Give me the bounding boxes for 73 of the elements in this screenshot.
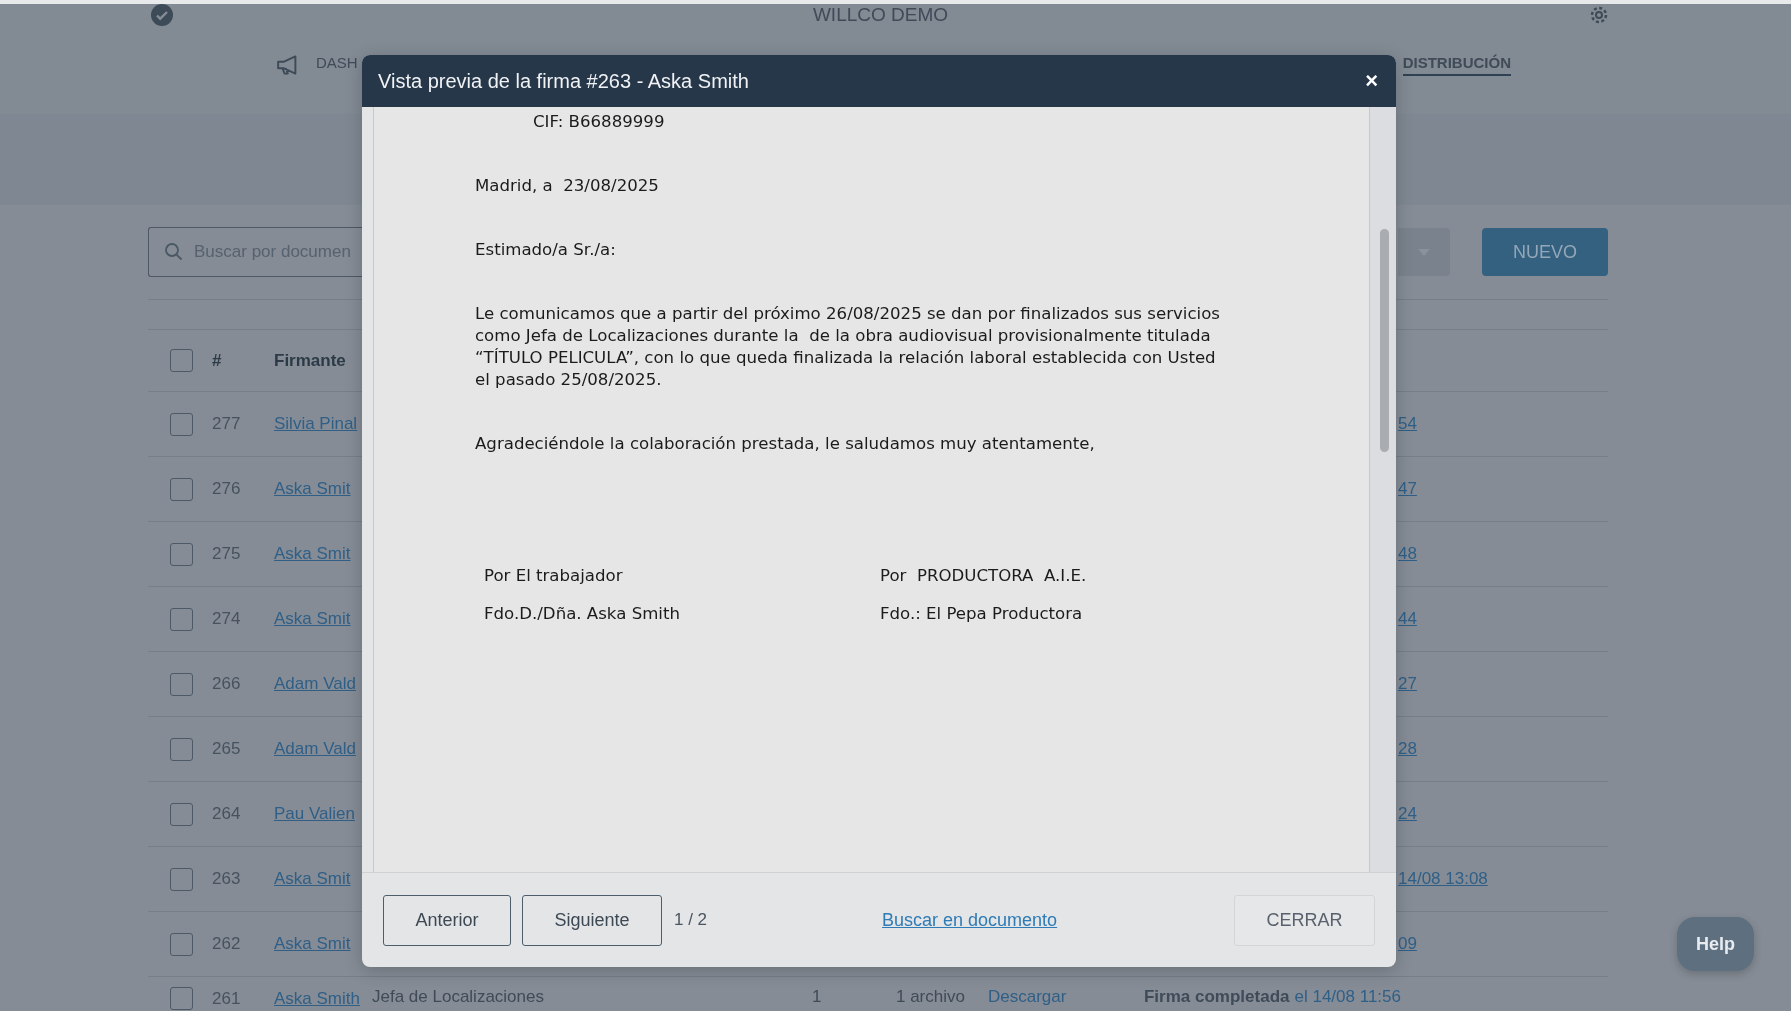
signer-link[interactable]: Adam Vald xyxy=(274,674,356,694)
table-cell-text: 1 archivo xyxy=(896,987,966,1007)
document-text: Madrid, a 23/08/2025 xyxy=(475,176,660,195)
date-link[interactable]: 48 xyxy=(1398,544,1417,563)
search-document-link[interactable]: Buscar en documento xyxy=(882,909,1058,931)
close-button[interactable]: CERRAR xyxy=(1234,894,1375,946)
signer-link[interactable]: Adam Vald xyxy=(274,739,356,759)
nav-tab[interactable]: DASH xyxy=(316,54,358,76)
date-link[interactable]: 44 xyxy=(1398,609,1417,628)
previous-button[interactable]: Anterior xyxy=(383,894,511,946)
date-link[interactable]: 27 xyxy=(1398,674,1417,693)
signer-link[interactable]: Aska Smit xyxy=(274,479,351,499)
checkbox[interactable] xyxy=(170,737,193,761)
table-cell-text: 262 xyxy=(212,934,242,954)
table-cell-text: 274 xyxy=(212,609,242,629)
signature-text: Fdo.: El Pepa Productora xyxy=(880,604,1084,623)
new-button[interactable]: NUEVO xyxy=(1482,228,1608,276)
search-icon xyxy=(164,242,184,262)
document-text: CIF: B66889999 xyxy=(533,112,666,131)
signature-text: Por El trabajador xyxy=(484,566,624,585)
checkbox[interactable] xyxy=(170,867,193,891)
status-text: Firma completada xyxy=(1144,987,1290,1007)
checkbox[interactable] xyxy=(170,477,193,501)
checkbox[interactable] xyxy=(170,932,193,956)
checkbox[interactable] xyxy=(170,412,193,436)
signer-link[interactable]: Silvia Pinal xyxy=(274,414,358,434)
date-link[interactable]: el 14/08 11:56 xyxy=(1294,987,1401,1007)
page-indicator: 1 / 2 xyxy=(674,910,709,930)
checkbox[interactable] xyxy=(170,672,193,696)
date-link[interactable]: 28 xyxy=(1398,739,1417,758)
signer-link[interactable]: Aska Smit xyxy=(274,544,351,564)
column-header: Firmante xyxy=(274,350,346,371)
signer-link[interactable]: Aska Smit xyxy=(274,934,351,954)
checkbox[interactable] xyxy=(170,349,193,372)
check-circle-icon[interactable] xyxy=(150,3,174,27)
signer-link[interactable]: Pau Valien xyxy=(274,804,355,824)
table-cell-text: Jefa de Localizaciones xyxy=(372,987,545,1007)
nav-tab[interactable]: DISTRIBUCIÓN xyxy=(1402,54,1511,76)
table-cell-text: 265 xyxy=(212,739,242,759)
document-paragraph: Le comunicamos que a partir del próximo 26/08/2025 se dan por finalizados sus servicios como Jefa de Localizaciones durante la de la obra audiovisual provisionalmente titulada “TÍTULO PELICULA”, con lo que queda finalizada la relación laboral establecida con Usted el pasado 25/08/2025. xyxy=(475,303,1221,391)
close-button[interactable]: × xyxy=(1359,68,1384,94)
table-cell-text: 266 xyxy=(212,674,242,694)
app-title: WILLCO DEMO xyxy=(812,4,949,26)
signature-text: Fdo.D./Dña. Aska Smith xyxy=(484,604,681,623)
checkbox[interactable] xyxy=(170,987,193,1010)
signer-link[interactable]: Aska Smit xyxy=(274,609,351,629)
checkbox[interactable] xyxy=(170,802,193,826)
date-link[interactable]: 47 xyxy=(1398,479,1417,498)
signature-text: Por PRODUCTORA A.I.E. xyxy=(880,566,1088,585)
checkbox[interactable] xyxy=(170,542,193,566)
next-button[interactable]: Siguiente xyxy=(522,894,662,946)
table-cell-text: 277 xyxy=(212,414,242,434)
document-text: Agradeciéndole la colaboración prestada, le saludamos muy atentamente, xyxy=(475,434,1096,453)
column-header: # xyxy=(212,350,223,371)
table-cell-text: 1 xyxy=(812,987,823,1007)
signer-link[interactable]: Aska Smit xyxy=(274,869,351,889)
document-text: Estimado/a Sr./a: xyxy=(475,240,617,259)
table-cell-text: 263 xyxy=(212,869,242,889)
signer-link[interactable]: Aska Smith xyxy=(274,988,360,1009)
scrollbar-thumb[interactable] xyxy=(1380,229,1389,452)
help-button[interactable]: Help xyxy=(1677,917,1754,971)
table-cell-text: 276 xyxy=(212,479,242,499)
date-link[interactable]: 24 xyxy=(1398,804,1417,823)
date-link[interactable]: 54 xyxy=(1398,414,1417,433)
dropdown[interactable] xyxy=(1398,228,1450,276)
modal-title: Vista previa de la firma #263 - Aska Smith xyxy=(378,69,749,93)
checkbox[interactable] xyxy=(170,607,193,631)
table-cell-text: 264 xyxy=(212,804,242,824)
table-cell-text: 275 xyxy=(212,544,242,564)
table-cell-text: 261 xyxy=(212,988,242,1009)
date-link[interactable]: 14/08 13:08 xyxy=(1398,869,1488,888)
date-link[interactable]: 09 xyxy=(1398,934,1417,953)
download-link[interactable]: Descargar xyxy=(988,987,1144,1007)
